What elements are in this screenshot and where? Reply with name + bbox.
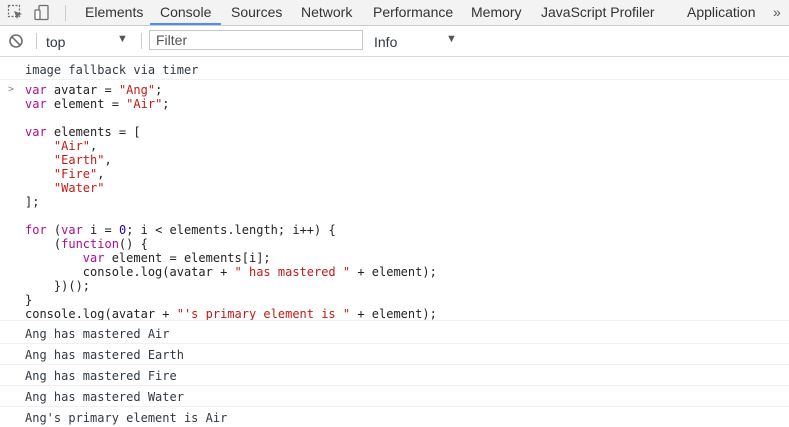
console-input-code: var avatar = "Ang"; var element = "Air";… [25,83,437,321]
chevron-down-icon[interactable]: ▼ [117,33,128,45]
active-tab-indicator [150,23,221,25]
tab-performance[interactable]: Performance [373,0,453,25]
log-level-selector[interactable]: Info [374,34,397,50]
code-line: console.log(avatar + " has mastered " + … [25,265,437,279]
toolbar-separator [141,33,142,49]
toolbar-separator [36,33,37,49]
console-output-row: Ang has mastered Water [0,386,789,407]
code-line: var element = elements[i]; [82,251,271,265]
console-output-row: Ang has mastered Earth [0,344,789,365]
output-text: Ang has mastered Earth [25,348,184,362]
code-line: "Air", [53,139,98,153]
tab-elements[interactable]: Elements [85,0,143,25]
console-output-row: Ang's primary element is Air [0,407,789,427]
context-selector[interactable]: top [46,34,65,50]
output-text: Ang has mastered Air [25,327,170,341]
code-line: var avatar = "Ang"; [25,83,163,97]
code-line: ]; [25,195,40,209]
output-text: Ang's primary element is Air [25,411,228,425]
code-line: console.log(avatar + "'s primary element… [25,307,437,321]
code-line: var element = "Air"; [25,97,170,111]
inspect-element-icon[interactable] [7,4,25,22]
more-tabs-button[interactable]: » [773,0,781,25]
message-text: image fallback via timer [25,63,199,77]
output-text: Ang has mastered Fire [25,369,177,383]
output-text: Ang has mastered Water [25,390,184,404]
code-line: })(); [25,279,91,293]
console-toolbar: top ▼ Info ▼ [0,26,789,57]
tab-application[interactable]: Application [687,0,756,25]
chevron-down-icon[interactable]: ▼ [446,33,457,45]
console-output: image fallback via timer > var avatar = … [0,57,789,427]
code-line: "Earth", [53,153,112,167]
code-line: "Fire", [53,167,105,181]
tab-network[interactable]: Network [301,0,352,25]
divider [0,320,789,321]
tab-console[interactable]: Console [160,0,211,25]
code-line: "Water" [53,181,105,195]
code-line: } [25,293,33,307]
tab-sources[interactable]: Sources [231,0,282,25]
tab-javascript-profiler[interactable]: JavaScript Profiler [541,0,655,25]
console-message: image fallback via timer [0,57,789,80]
code-line: (function() { [25,237,148,251]
prompt-arrow-icon: > [8,84,15,95]
filter-input[interactable] [149,30,363,50]
tabbar-separator [65,5,66,21]
console-output-row: Ang has mastered Fire [0,365,789,386]
tab-memory[interactable]: Memory [471,0,522,25]
console-output-row: Ang has mastered Air [0,323,789,344]
code-line: for (var i = 0; i < elements.length; i++… [25,223,336,237]
code-line: var elements = [ [25,125,141,139]
device-toolbar-icon[interactable] [33,4,51,22]
clear-console-icon[interactable] [7,32,25,50]
devtools-tabbar: Elements Console Sources Network Perform… [0,0,789,26]
